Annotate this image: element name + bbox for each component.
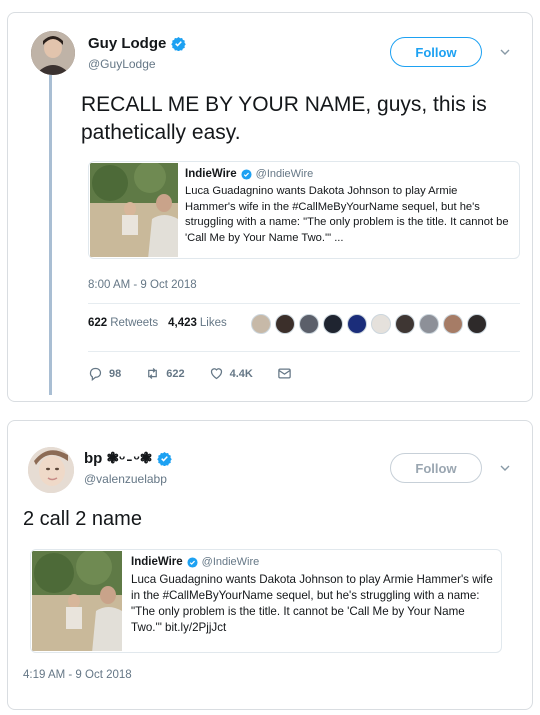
liker-avatars xyxy=(251,314,487,334)
quoted-tweet-image xyxy=(32,551,122,651)
like-button[interactable]: 4.4K xyxy=(209,366,253,381)
liker-avatar[interactable] xyxy=(323,314,343,334)
chevron-down-icon[interactable] xyxy=(499,462,511,474)
follow-button[interactable]: Follow xyxy=(390,453,482,483)
reply-icon xyxy=(89,367,102,381)
engagement-stats: 622 Retweets 4,423 Likes xyxy=(88,317,237,329)
liker-avatar[interactable] xyxy=(419,314,439,334)
like-count: 4.4K xyxy=(229,367,253,380)
liker-avatar[interactable] xyxy=(299,314,319,334)
message-icon xyxy=(278,368,291,379)
quoted-tweet[interactable]: IndieWire @IndieWire Luca Guadagnino wan… xyxy=(88,161,520,259)
quoted-author-name[interactable]: IndieWire xyxy=(185,168,237,180)
divider xyxy=(88,351,520,352)
author-name-row: bp ❃ᵕ ̵ ᵕ❃ xyxy=(84,449,173,467)
likes-stat[interactable]: 4,423 Likes xyxy=(168,317,227,329)
liker-avatar[interactable] xyxy=(443,314,463,334)
liker-avatar[interactable] xyxy=(371,314,391,334)
author-name[interactable]: bp ❃ᵕ ̵ ᵕ❃ xyxy=(84,449,152,467)
quoted-author-name[interactable]: IndieWire xyxy=(131,556,183,568)
author-handle[interactable]: @GuyLodge xyxy=(88,57,156,71)
author-name[interactable]: Guy Lodge xyxy=(88,35,166,52)
direct-message-button[interactable] xyxy=(277,366,292,381)
tweet-text: RECALL ME BY YOUR NAME, guys, this is pa… xyxy=(81,93,487,144)
verified-badge-icon xyxy=(241,168,252,180)
verified-badge-icon xyxy=(171,36,187,51)
retweets-stat[interactable]: 622 Retweets xyxy=(88,317,158,329)
likes-label: Likes xyxy=(199,317,227,329)
liker-avatar[interactable] xyxy=(275,314,295,334)
avatar-photo xyxy=(28,447,74,493)
quoted-tweet-text: Luca Guadagnino wants Dakota Johnson to … xyxy=(185,185,509,244)
author-name-row: Guy Lodge xyxy=(88,35,187,52)
avatar-photo xyxy=(31,31,75,75)
retweet-count: 622 xyxy=(166,367,185,380)
avatar[interactable] xyxy=(28,447,74,493)
quoted-author-handle[interactable]: @IndieWire xyxy=(256,168,314,180)
retweet-icon xyxy=(148,368,158,379)
avatar[interactable] xyxy=(31,31,75,75)
liker-avatar[interactable] xyxy=(395,314,415,334)
quoted-tweet-image xyxy=(90,163,178,257)
liker-avatar[interactable] xyxy=(251,314,271,334)
retweet-button[interactable]: 622 xyxy=(145,366,185,381)
heart-icon xyxy=(210,368,222,380)
retweets-label: Retweets xyxy=(110,317,159,329)
divider xyxy=(88,303,520,304)
quoted-tweet-text: Luca Guadagnino wants Dakota Johnson to … xyxy=(131,573,493,634)
follow-button[interactable]: Follow xyxy=(390,37,482,67)
tweet-timestamp[interactable]: 8:00 AM - 9 Oct 2018 xyxy=(88,279,197,291)
tweet-timestamp[interactable]: 4:19 AM - 9 Oct 2018 xyxy=(23,669,132,681)
quoted-tweet[interactable]: IndieWire @IndieWire Luca Guadagnino wan… xyxy=(30,549,502,653)
author-handle[interactable]: @valenzuelabp xyxy=(84,472,167,486)
reply-button[interactable]: 98 xyxy=(88,366,121,381)
tweet-card-guy-lodge: Guy Lodge @GuyLodge Follow RECALL ME BY … xyxy=(7,12,533,402)
tweet-card-valenzuelabp: bp ❃ᵕ ̵ ᵕ❃ @valenzuelabp Follow 2 call 2… xyxy=(7,420,533,710)
reply-count: 98 xyxy=(109,367,122,380)
verified-badge-icon xyxy=(157,451,173,466)
tweet-text: 2 call 2 name xyxy=(23,508,142,530)
likes-count: 4,423 xyxy=(168,317,197,329)
quoted-author-handle[interactable]: @IndieWire xyxy=(202,556,260,568)
tweet-actions: 98 622 4.4K xyxy=(88,366,316,381)
retweets-count: 622 xyxy=(88,317,108,329)
liker-avatar[interactable] xyxy=(467,314,487,334)
verified-badge-icon xyxy=(187,556,198,568)
chevron-down-icon[interactable] xyxy=(499,46,511,58)
thread-line xyxy=(49,75,52,395)
liker-avatar[interactable] xyxy=(347,314,367,334)
